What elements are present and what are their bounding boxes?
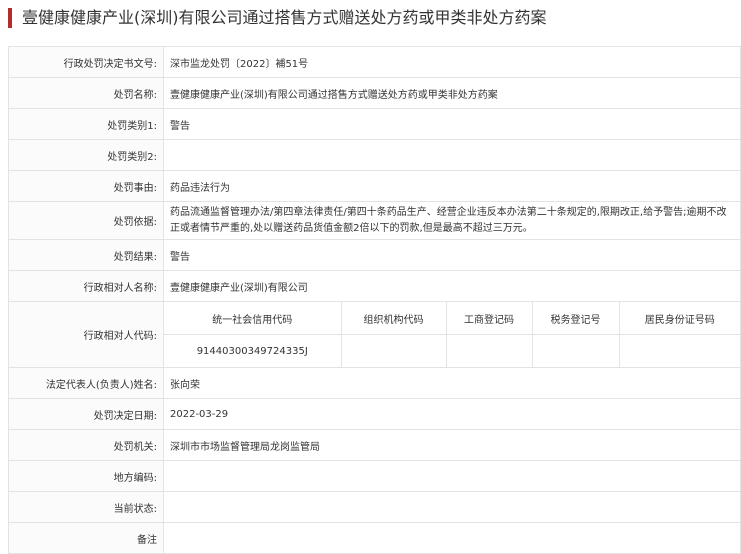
value-credit-code: 91440300349724335J bbox=[164, 334, 342, 367]
label-decision-date: 处罚决定日期: bbox=[8, 398, 164, 430]
label-status: 当前状态: bbox=[8, 491, 164, 523]
label-basis: 处罚依据: bbox=[8, 201, 164, 240]
row-status: 当前状态: bbox=[8, 491, 741, 523]
title-accent-bar bbox=[8, 8, 12, 28]
header-org-code: 组织机构代码 bbox=[341, 302, 447, 335]
value-org-code bbox=[341, 334, 447, 367]
label-category2: 处罚类别2: bbox=[8, 139, 164, 171]
row-area-code: 地方编码: bbox=[8, 460, 741, 492]
row-authority: 处罚机关: 深圳市市场监督管理局龙岗监管局 bbox=[8, 429, 741, 461]
value-business-reg bbox=[446, 334, 533, 367]
row-decision-date: 处罚决定日期: 2022-03-29 bbox=[8, 398, 741, 430]
value-category1: 警告 bbox=[163, 108, 741, 140]
label-case-name: 处罚名称: bbox=[8, 77, 164, 109]
row-basis: 处罚依据: 药品流通监督管理办法/第四章法律责任/第四十条药品生产、经营企业违反… bbox=[8, 201, 741, 240]
value-case-name: 壹健康健康产业(深圳)有限公司通过搭售方式赠送处方药或甲类非处方药案 bbox=[163, 77, 741, 109]
value-area-code bbox=[163, 460, 741, 492]
row-category2: 处罚类别2: bbox=[8, 139, 741, 171]
value-party-name: 壹健康健康产业(深圳)有限公司 bbox=[163, 270, 741, 302]
label-party-code: 行政相对人代码: bbox=[8, 301, 164, 368]
label-doc-no: 行政处罚决定书文号: bbox=[8, 46, 164, 78]
value-authority: 深圳市市场监督管理局龙岗监管局 bbox=[163, 429, 741, 461]
value-tax-reg bbox=[532, 334, 620, 367]
label-area-code: 地方编码: bbox=[8, 460, 164, 492]
header-id-number: 居民身份证号码 bbox=[619, 302, 740, 335]
value-id-number bbox=[619, 335, 740, 367]
party-code-table: 统一社会信用代码 组织机构代码 工商登记码 税务登记号 居民身份证号码 9144… bbox=[164, 302, 740, 367]
header-tax-reg: 税务登记号 bbox=[532, 302, 620, 335]
label-reason: 处罚事由: bbox=[8, 170, 164, 202]
page-title: 壹健康健康产业(深圳)有限公司通过搭售方式赠送处方药或甲类非处方药案 bbox=[22, 8, 547, 27]
value-reason: 药品违法行为 bbox=[163, 170, 741, 202]
value-remark bbox=[163, 522, 741, 554]
row-reason: 处罚事由: 药品违法行为 bbox=[8, 170, 741, 202]
value-status bbox=[163, 491, 741, 523]
row-category1: 处罚类别1: 警告 bbox=[8, 108, 741, 140]
row-remark: 备注 bbox=[8, 522, 741, 554]
value-basis: 药品流通监督管理办法/第四章法律责任/第四十条药品生产、经营企业违反本办法第二十… bbox=[163, 201, 741, 240]
page-header: 壹健康健康产业(深圳)有限公司通过搭售方式赠送处方药或甲类非处方药案 bbox=[8, 6, 733, 30]
party-code-header-row: 统一社会信用代码 组织机构代码 工商登记码 税务登记号 居民身份证号码 bbox=[164, 302, 740, 335]
label-authority: 处罚机关: bbox=[8, 429, 164, 461]
value-doc-no: 深市监龙处罚〔2022〕補51号 bbox=[163, 46, 741, 78]
row-party-name: 行政相对人名称: 壹健康健康产业(深圳)有限公司 bbox=[8, 270, 741, 302]
party-code-cell: 统一社会信用代码 组织机构代码 工商登记码 税务登记号 居民身份证号码 9144… bbox=[163, 301, 741, 368]
value-decision-date: 2022-03-29 bbox=[163, 398, 741, 430]
row-case-name: 处罚名称: 壹健康健康产业(深圳)有限公司通过搭售方式赠送处方药或甲类非处方药案 bbox=[8, 77, 741, 109]
value-result: 警告 bbox=[163, 239, 741, 271]
label-category1: 处罚类别1: bbox=[8, 108, 164, 140]
row-party-code: 行政相对人代码: 统一社会信用代码 组织机构代码 工商登记码 税务登记号 居民身… bbox=[8, 301, 741, 368]
value-category2 bbox=[163, 139, 741, 171]
header-credit-code: 统一社会信用代码 bbox=[164, 302, 342, 335]
label-party-name: 行政相对人名称: bbox=[8, 270, 164, 302]
row-legal-rep: 法定代表人(负责人)姓名: 张向荣 bbox=[8, 367, 741, 399]
value-legal-rep: 张向荣 bbox=[163, 367, 741, 399]
label-legal-rep: 法定代表人(负责人)姓名: bbox=[8, 367, 164, 399]
penalty-info-table: 行政处罚决定书文号: 深市监龙处罚〔2022〕補51号 处罚名称: 壹健康健康产… bbox=[8, 46, 741, 554]
label-result: 处罚结果: bbox=[8, 239, 164, 271]
label-remark: 备注 bbox=[8, 522, 164, 554]
party-code-value-row: 91440300349724335J bbox=[164, 334, 740, 367]
row-doc-no: 行政处罚决定书文号: 深市监龙处罚〔2022〕補51号 bbox=[8, 46, 741, 78]
row-result: 处罚结果: 警告 bbox=[8, 239, 741, 271]
header-business-reg: 工商登记码 bbox=[446, 302, 533, 335]
